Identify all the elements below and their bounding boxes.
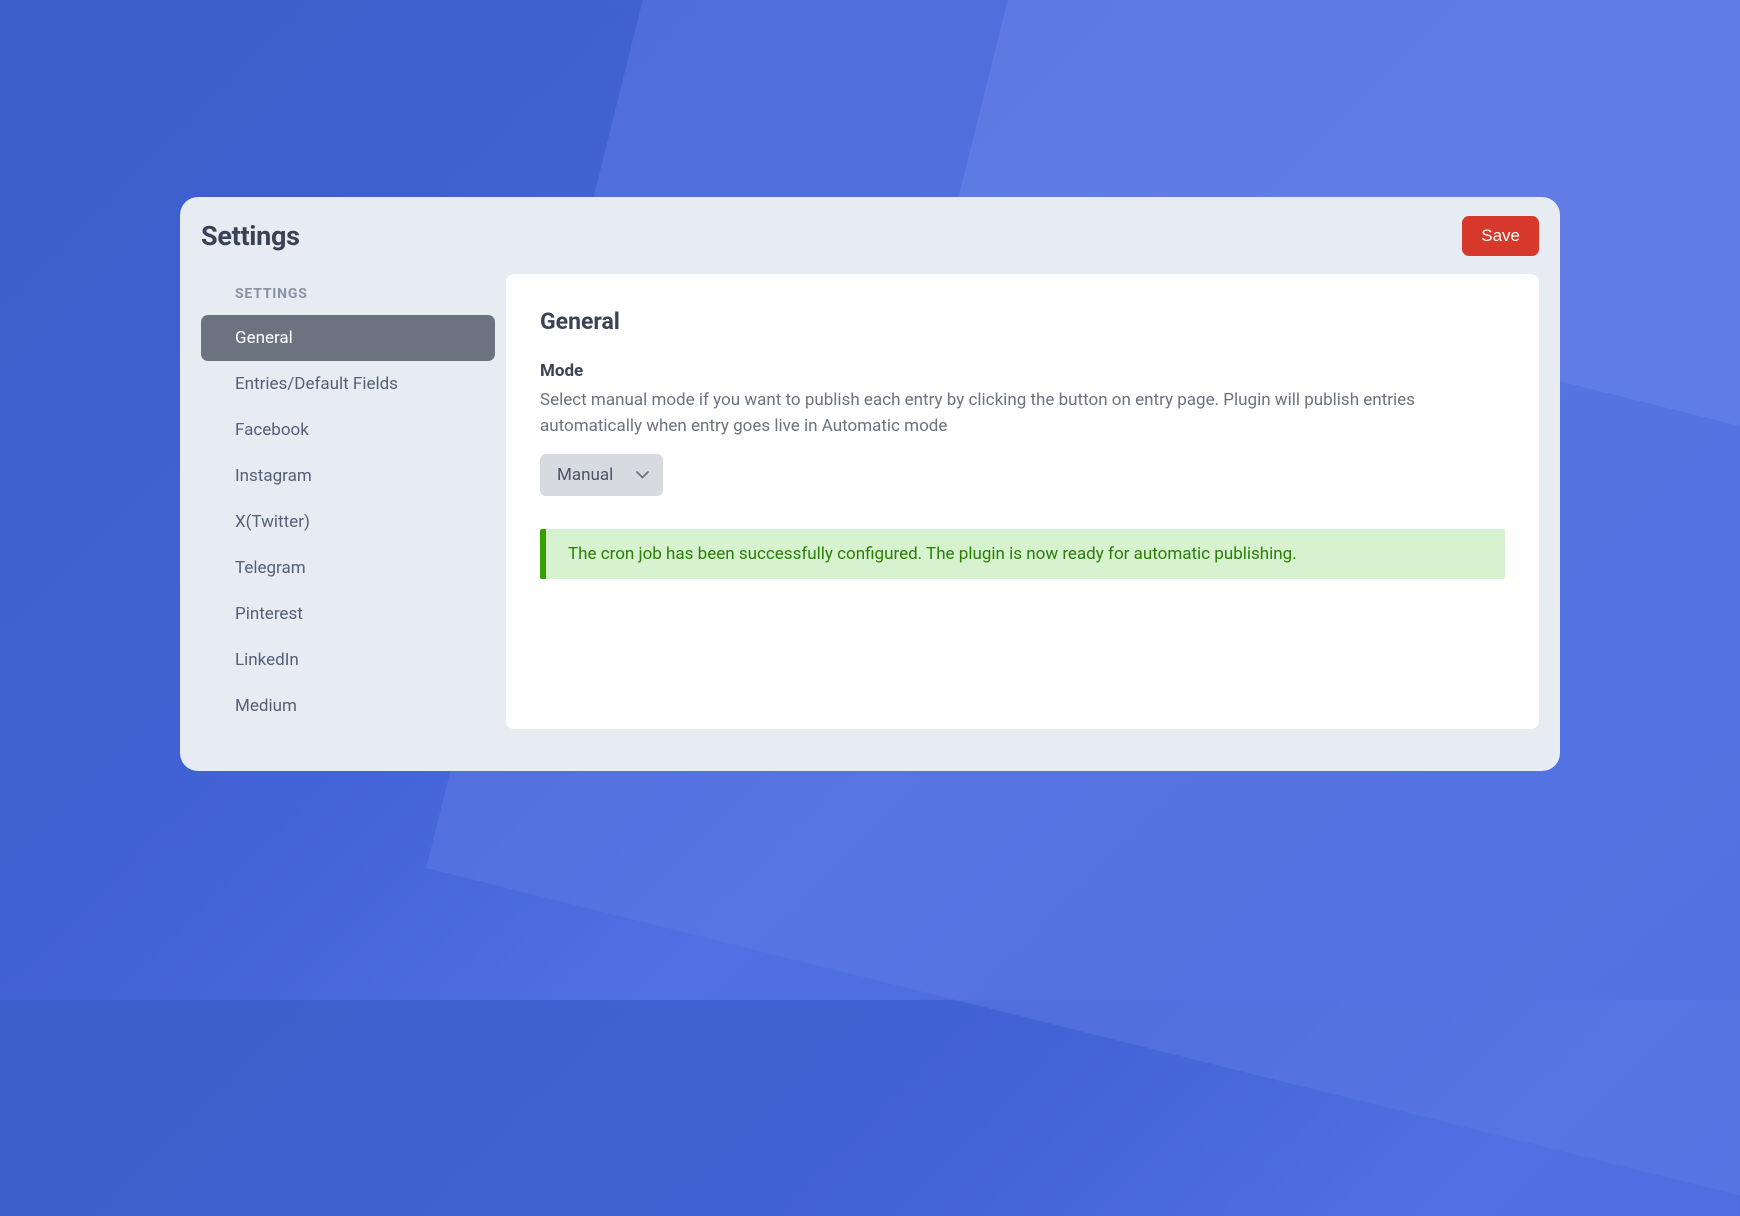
sidebar-item-label: Medium <box>235 696 297 716</box>
sidebar-item-linkedin[interactable]: LinkedIn <box>201 637 495 683</box>
mode-select-value: Manual <box>557 465 613 485</box>
content-area: SETTINGS General Entries/Default Fields … <box>201 274 1539 729</box>
sidebar-item-general[interactable]: General <box>201 315 495 361</box>
section-title: General <box>540 308 1505 335</box>
sidebar-item-telegram[interactable]: Telegram <box>201 545 495 591</box>
mode-description: Select manual mode if you want to publis… <box>540 387 1505 440</box>
sidebar-item-label: Pinterest <box>235 604 303 624</box>
sidebar-item-label: LinkedIn <box>235 650 299 670</box>
success-alert: The cron job has been successfully confi… <box>540 529 1505 579</box>
alert-message: The cron job has been successfully confi… <box>568 544 1297 564</box>
sidebar-item-pinterest[interactable]: Pinterest <box>201 591 495 637</box>
page-title: Settings <box>201 220 300 252</box>
sidebar-item-label: Entries/Default Fields <box>235 374 398 394</box>
main-panel: General Mode Select manual mode if you w… <box>506 274 1539 729</box>
settings-card: Settings Save SETTINGS General Entries/D… <box>180 197 1560 771</box>
sidebar-item-instagram[interactable]: Instagram <box>201 453 495 499</box>
sidebar-item-label: X(Twitter) <box>235 512 310 532</box>
save-button[interactable]: Save <box>1462 216 1539 256</box>
mode-label: Mode <box>540 361 1505 381</box>
sidebar-item-x-twitter[interactable]: X(Twitter) <box>201 499 495 545</box>
chevron-down-icon <box>635 468 649 482</box>
sidebar-heading: SETTINGS <box>201 274 495 315</box>
sidebar-item-entries-default-fields[interactable]: Entries/Default Fields <box>201 361 495 407</box>
sidebar-item-label: Instagram <box>235 466 312 486</box>
mode-select[interactable]: Manual <box>540 454 663 496</box>
sidebar-item-label: Facebook <box>235 420 309 440</box>
sidebar-item-label: General <box>235 328 293 348</box>
sidebar-item-label: Telegram <box>235 558 306 578</box>
sidebar: SETTINGS General Entries/Default Fields … <box>201 274 495 729</box>
card-header: Settings Save <box>201 216 1539 274</box>
sidebar-item-facebook[interactable]: Facebook <box>201 407 495 453</box>
sidebar-item-medium[interactable]: Medium <box>201 683 495 729</box>
